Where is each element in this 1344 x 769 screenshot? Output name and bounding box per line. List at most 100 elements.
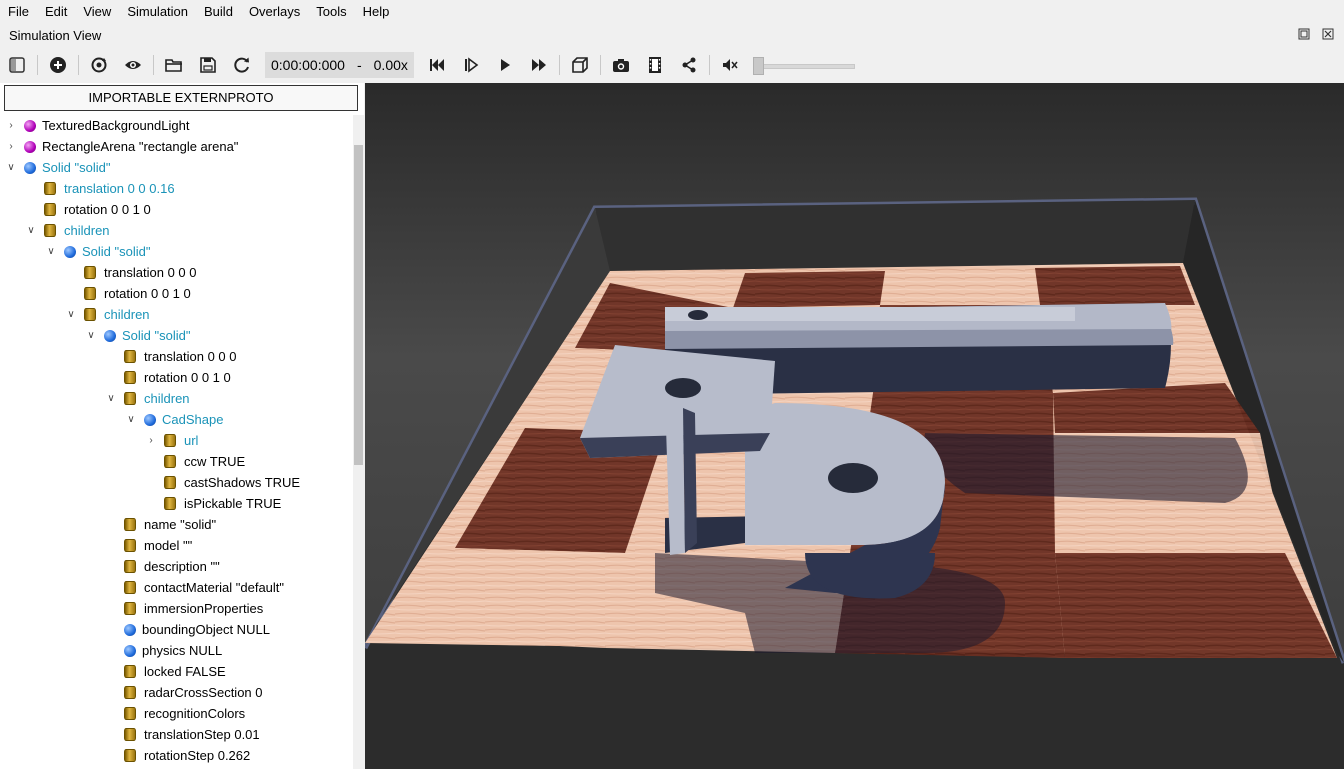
tree-node[interactable]: name "solid" <box>0 514 352 535</box>
menu-file[interactable]: File <box>0 0 37 24</box>
tree-node-label: translation 0 0 0 <box>104 265 197 280</box>
tree-node[interactable]: ccw TRUE <box>0 451 352 472</box>
box-view-icon[interactable] <box>563 48 597 82</box>
menu-overlays[interactable]: Overlays <box>241 0 308 24</box>
tree-node-label: RectangleArena "rectangle arena" <box>42 139 239 154</box>
tree-node[interactable]: ∨ children <box>0 220 352 241</box>
tree-node[interactable]: ∨ Solid "solid" <box>0 241 352 262</box>
tree-node-label: url <box>184 433 199 448</box>
tree-node-label: physics NULL <box>142 643 223 658</box>
node-icon <box>144 413 156 426</box>
tree-node[interactable]: immersionProperties <box>0 598 352 619</box>
toolbar-separator <box>37 55 38 75</box>
3d-viewport[interactable] <box>365 83 1344 769</box>
float-panel-icon[interactable] <box>1298 28 1310 40</box>
field-icon <box>124 728 136 741</box>
share-icon[interactable] <box>672 48 706 82</box>
menu-simulation[interactable]: Simulation <box>119 0 196 24</box>
tree-node[interactable]: isPickable TRUE <box>0 493 352 514</box>
tree-node[interactable]: rotation 0 0 1 0 <box>0 283 352 304</box>
add-node-icon[interactable] <box>41 48 75 82</box>
open-folder-icon[interactable] <box>157 48 191 82</box>
node-icon <box>24 161 36 174</box>
tree-node[interactable]: translation 0 0 0 <box>0 262 352 283</box>
field-icon <box>124 560 136 573</box>
expand-arrow-icon[interactable]: › <box>6 120 16 131</box>
menu-build[interactable]: Build <box>196 0 241 24</box>
volume-slider[interactable] <box>752 55 855 75</box>
tree-node-label: boundingObject NULL <box>142 622 270 637</box>
expand-arrow-icon[interactable]: › <box>146 435 156 446</box>
field-icon <box>44 203 56 216</box>
mute-icon[interactable] <box>713 48 747 82</box>
tree-node[interactable]: ∨ children <box>0 304 352 325</box>
toggle-panel-icon[interactable] <box>0 48 34 82</box>
tree-node[interactable]: rotation 0 0 1 0 <box>0 199 352 220</box>
expand-arrow-icon[interactable]: › <box>6 141 16 152</box>
menu-view[interactable]: View <box>75 0 119 24</box>
tree-node[interactable]: castShadows TRUE <box>0 472 352 493</box>
tree-node[interactable]: description "" <box>0 556 352 577</box>
collapse-arrow-icon[interactable]: ∨ <box>66 309 76 320</box>
tree-node[interactable]: radarCrossSection 0 <box>0 682 352 703</box>
simulation-time: 0:00:00:000 <box>271 57 345 73</box>
collapse-arrow-icon[interactable]: ∨ <box>26 225 36 236</box>
menu-help[interactable]: Help <box>355 0 398 24</box>
collapse-arrow-icon[interactable]: ∨ <box>6 162 16 173</box>
tree-node[interactable]: translationStep 0.01 <box>0 724 352 745</box>
tree-node-label: contactMaterial "default" <box>144 580 285 595</box>
reload-icon[interactable] <box>225 48 259 82</box>
panel-title: Simulation View <box>9 27 102 43</box>
scene-tree-scrollbar[interactable] <box>353 115 364 769</box>
volume-slider-handle[interactable] <box>752 57 764 75</box>
collapse-arrow-icon[interactable]: ∨ <box>86 330 96 341</box>
tree-node-label: Solid "solid" <box>122 328 191 343</box>
collapse-arrow-icon[interactable]: ∨ <box>46 246 56 257</box>
tree-node[interactable]: contactMaterial "default" <box>0 577 352 598</box>
time-separator: - <box>356 57 362 73</box>
tree-node[interactable]: ∨ Solid "solid" <box>0 157 352 178</box>
3d-scene <box>365 197 1344 769</box>
node-icon <box>24 140 36 153</box>
play-icon[interactable] <box>488 48 522 82</box>
cylinder-shadow <box>924 433 1248 503</box>
tree-node[interactable]: physics NULL <box>0 640 352 661</box>
scrollbar-thumb[interactable] <box>354 145 363 465</box>
tree-node[interactable]: ∨ CadShape <box>0 409 352 430</box>
screenshot-icon[interactable] <box>604 48 638 82</box>
tree-node[interactable]: model "" <box>0 535 352 556</box>
step-back-icon[interactable] <box>420 48 454 82</box>
tree-node[interactable]: rotation 0 0 1 0 <box>0 367 352 388</box>
menu-edit[interactable]: Edit <box>37 0 75 24</box>
toolbar-separator <box>599 55 601 75</box>
reset-view-icon[interactable] <box>82 48 116 82</box>
importable-externproto-button[interactable]: IMPORTABLE EXTERNPROTO <box>4 85 358 111</box>
tree-node[interactable]: translation 0 0 0.16 <box>0 178 352 199</box>
fast-forward-icon[interactable] <box>522 48 556 82</box>
tree-node[interactable]: › url <box>0 430 352 451</box>
step-icon[interactable] <box>454 48 488 82</box>
tree-node-label: CadShape <box>162 412 224 427</box>
tree-node-label: ccw TRUE <box>184 454 246 469</box>
tree-node[interactable]: ∨ Solid "solid" <box>0 325 352 346</box>
close-panel-icon[interactable] <box>1322 28 1334 40</box>
record-movie-icon[interactable] <box>638 48 672 82</box>
eye-icon[interactable] <box>116 48 150 82</box>
tree-node[interactable]: ∨ children <box>0 388 352 409</box>
field-icon <box>124 581 136 594</box>
tree-node[interactable]: boundingObject NULL <box>0 619 352 640</box>
tree-node[interactable]: translation 0 0 0 <box>0 346 352 367</box>
tree-node-label: Solid "solid" <box>42 160 111 175</box>
collapse-arrow-icon[interactable]: ∨ <box>126 414 136 425</box>
tree-node[interactable]: › RectangleArena "rectangle arena" <box>0 136 352 157</box>
tree-node[interactable]: rotationStep 0.262 <box>0 745 352 766</box>
collapse-arrow-icon[interactable]: ∨ <box>106 393 116 404</box>
node-icon <box>64 245 76 258</box>
toolbar-separator <box>708 55 710 75</box>
tree-node[interactable]: › TexturedBackgroundLight <box>0 115 352 136</box>
menu-tools[interactable]: Tools <box>308 0 354 24</box>
tree-node[interactable]: recognitionColors <box>0 703 352 724</box>
save-icon[interactable] <box>191 48 225 82</box>
tree-node[interactable]: locked FALSE <box>0 661 352 682</box>
field-icon <box>124 602 136 615</box>
